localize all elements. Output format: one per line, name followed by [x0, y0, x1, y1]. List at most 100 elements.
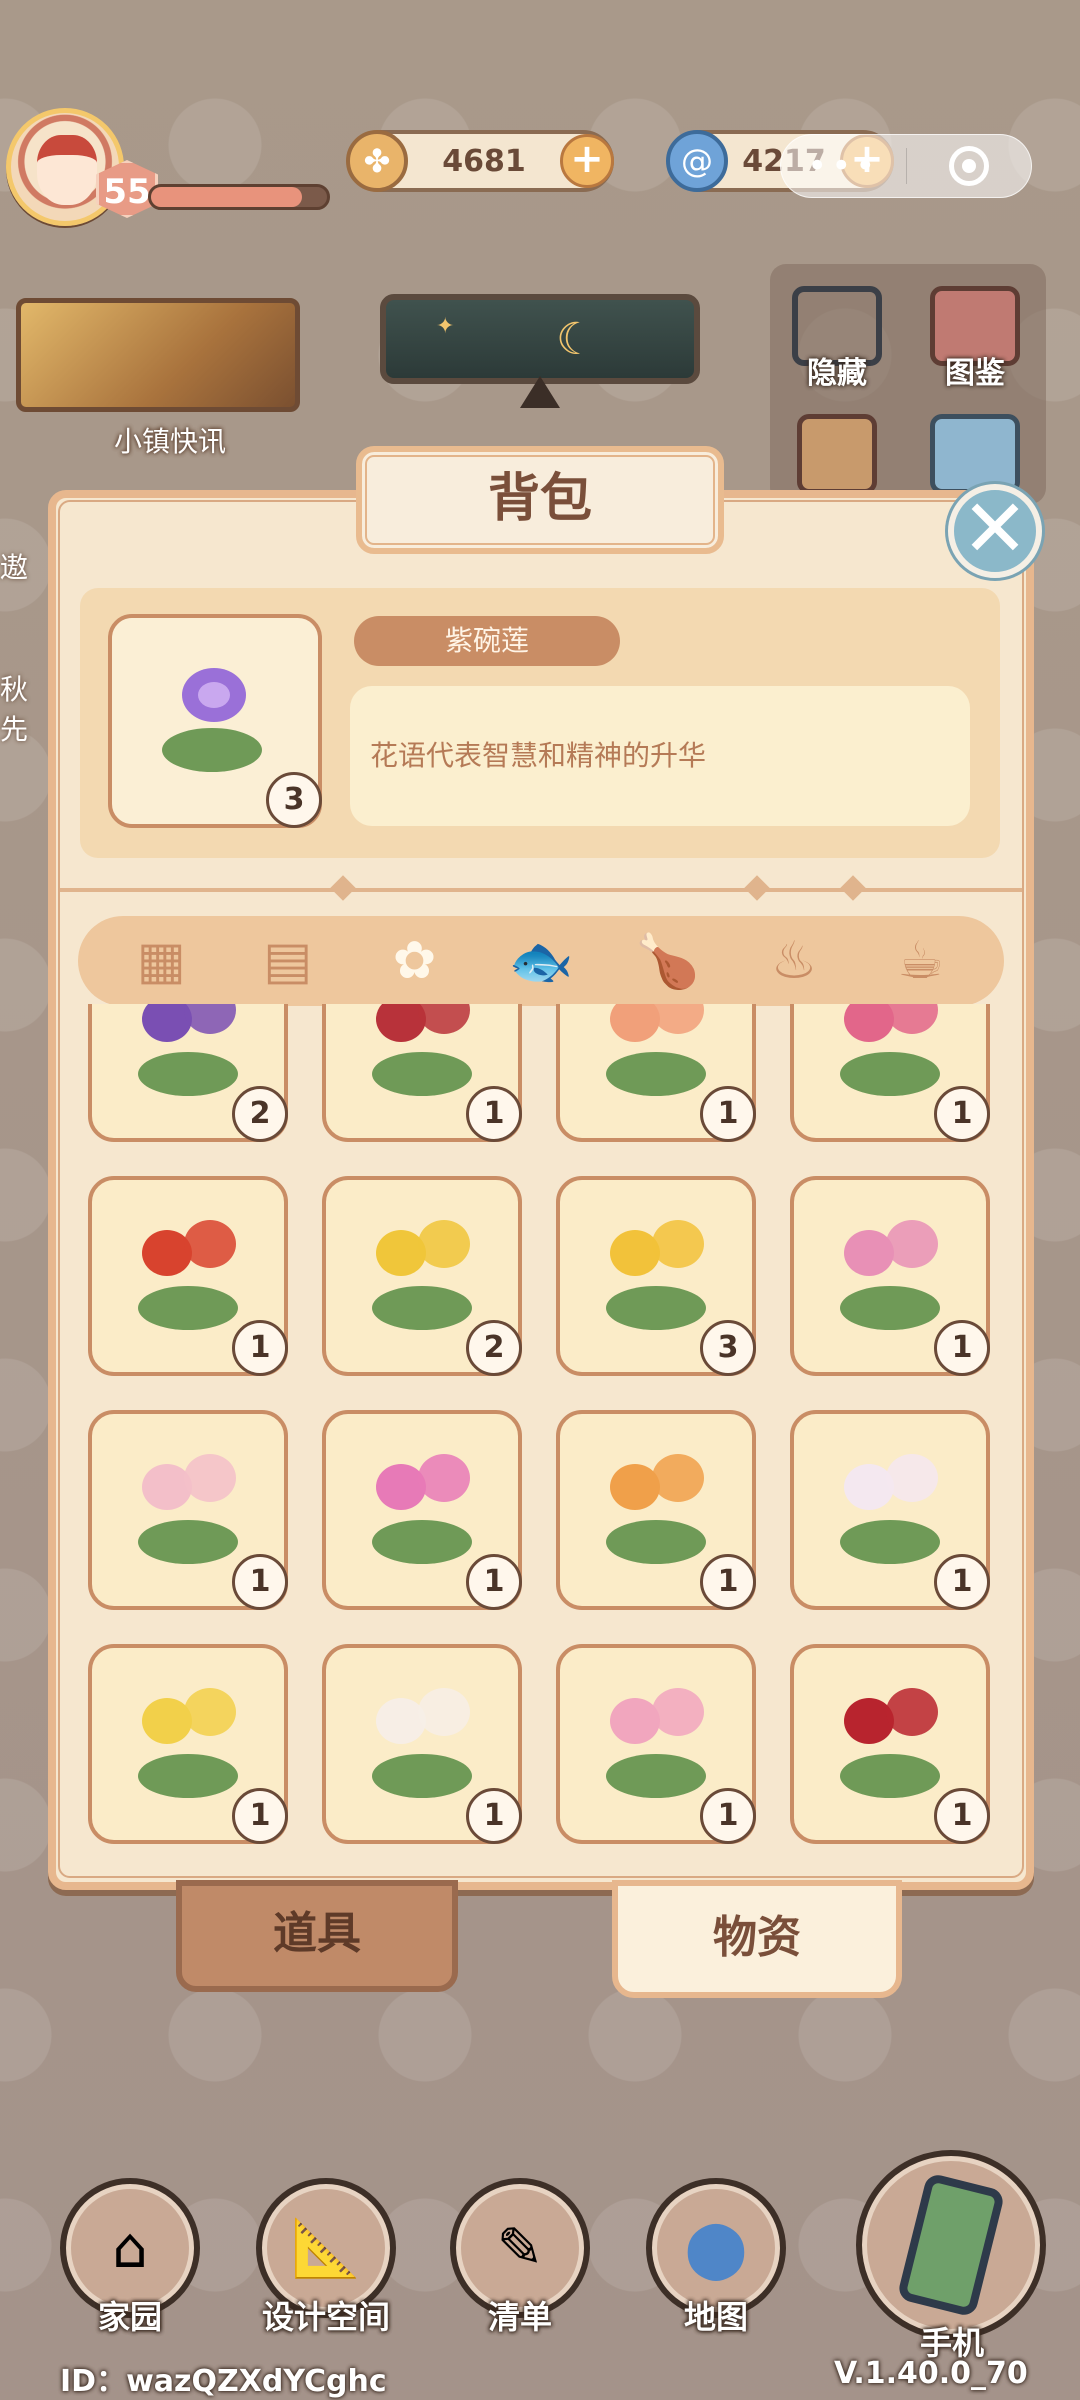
- item-slot-yellow-daffodil[interactable]: 2: [322, 1176, 522, 1376]
- item-count: 1: [232, 1788, 288, 1844]
- add-coins-button[interactable]: +: [560, 134, 614, 188]
- item-count: 2: [466, 1320, 522, 1376]
- moon-icon: ☾: [556, 314, 596, 365]
- grid-icon: ▦: [136, 931, 186, 991]
- pink-aster-icon: [830, 1216, 950, 1336]
- item-count: 1: [934, 1320, 990, 1376]
- category-tab-grid[interactable]: ▦: [116, 921, 206, 1001]
- pink-peony-icon: [830, 1004, 950, 1102]
- pink-rose-icon: [596, 1684, 716, 1804]
- item-slot-orange-lily[interactable]: 1: [556, 1004, 756, 1142]
- tool-panel: 隐藏 图鉴: [770, 264, 1046, 504]
- category-tab-teacup[interactable]: ☕: [876, 921, 966, 1001]
- category-tab-fish[interactable]: 🐟: [496, 921, 586, 1001]
- flower-icon: ✿: [392, 931, 437, 991]
- target-icon: [948, 146, 989, 186]
- category-tab-seed-packet[interactable]: ▤: [243, 921, 333, 1001]
- item-slot-red-lily[interactable]: 1: [88, 1176, 288, 1376]
- phone-icon: [896, 2172, 1006, 2318]
- item-slot-pink-peony[interactable]: 1: [790, 1004, 990, 1142]
- xp-bar: [148, 184, 330, 210]
- swirl-gem-icon: @: [666, 130, 728, 192]
- item-count: 3: [700, 1320, 756, 1376]
- yellow-primrose-icon: [128, 1684, 248, 1804]
- item-slot-yellow-daffodil-large[interactable]: 3: [556, 1176, 756, 1376]
- selected-item-description: 花语代表智慧和精神的升华: [350, 686, 970, 826]
- selected-item-count: 3: [266, 772, 322, 828]
- side-text-2: 秋先: [0, 673, 29, 746]
- item-slot-red-rose[interactable]: 1: [790, 1644, 990, 1844]
- backpack-title: 背包: [356, 446, 724, 554]
- tab-materials[interactable]: 物资: [612, 1880, 902, 1998]
- fish-icon: 🐟: [508, 931, 574, 992]
- item-slot-pink-aster[interactable]: 1: [790, 1176, 990, 1376]
- item-count: 1: [466, 1788, 522, 1844]
- item-slot-red-white-camellia[interactable]: 1: [322, 1004, 522, 1142]
- item-grid: 2 1 1 1 1 2 3 1 1 1 1 1 1 1 1 1: [88, 1004, 990, 1844]
- close-miniprogram-button[interactable]: [906, 146, 1031, 186]
- pouch-icon: [797, 414, 877, 494]
- item-slot-bird-of-paradise-orange[interactable]: 1: [556, 1410, 756, 1610]
- version-text: V.1.40.0_70: [834, 2356, 1028, 2391]
- house-icon: ⌂: [112, 2215, 148, 2281]
- more-options-button[interactable]: •••: [781, 146, 906, 186]
- item-slot-pink-star-lily[interactable]: 1: [322, 1410, 522, 1610]
- town-news-label: 小镇快讯: [113, 425, 226, 458]
- item-count: 1: [232, 1320, 288, 1376]
- red-white-camellia-icon: [362, 1004, 482, 1102]
- item-count: 1: [700, 1554, 756, 1610]
- pink-star-lily-icon: [362, 1450, 482, 1570]
- tab-tools[interactable]: 道具: [176, 1880, 458, 1992]
- selected-item-thumbnail: 3: [108, 614, 322, 828]
- purple-violet-icon: [128, 1004, 248, 1102]
- red-rose-icon: [830, 1684, 950, 1804]
- xp-bar-fill: [151, 187, 303, 207]
- hide-label: 隐藏: [807, 356, 867, 391]
- item-slot-white-tulip[interactable]: 1: [322, 1644, 522, 1844]
- item-slot-white-lily[interactable]: 1: [790, 1410, 990, 1610]
- category-tab-flower[interactable]: ✿: [369, 921, 459, 1001]
- notepad-icon: ✎: [496, 2215, 544, 2281]
- item-slot-yellow-primrose[interactable]: 1: [88, 1644, 288, 1844]
- design-space-label: 设计空间: [261, 2298, 390, 2336]
- bowl-icon: ♨: [770, 931, 818, 991]
- seed-packet-icon: ▤: [263, 931, 313, 991]
- miniprogram-capsule: •••: [780, 134, 1032, 198]
- map-pin-icon: ⬤: [684, 2215, 748, 2281]
- time-of-day-panel[interactable]: ✦ ☾: [380, 294, 700, 384]
- hide-button[interactable]: 隐藏: [782, 286, 892, 392]
- phone-button[interactable]: [856, 2150, 1046, 2340]
- catalog-button[interactable]: 图鉴: [920, 286, 1030, 392]
- item-count: 1: [934, 1086, 990, 1142]
- coin-value: 4681: [442, 143, 526, 179]
- drumstick-icon: 🍗: [635, 931, 700, 992]
- pouch-button[interactable]: [782, 414, 892, 494]
- item-count: 1: [700, 1788, 756, 1844]
- white-lily-icon: [830, 1450, 950, 1570]
- water-lily-icon: [152, 658, 272, 778]
- item-slot-pink-rose[interactable]: 1: [556, 1644, 756, 1844]
- pink-white-lily-icon: [128, 1450, 248, 1570]
- yellow-daffodil-large-icon: [596, 1216, 716, 1336]
- category-bar: ▦ ▤ ✿ 🐟 🍗 ♨ ☕: [78, 916, 1004, 1006]
- item-slot-purple-violet[interactable]: 2: [88, 1004, 288, 1142]
- orange-lily-icon: [596, 1004, 716, 1102]
- category-tab-drumstick[interactable]: 🍗: [623, 921, 713, 1001]
- item-slot-pink-white-lily[interactable]: 1: [88, 1410, 288, 1610]
- red-lily-icon: [128, 1216, 248, 1336]
- item-count: 1: [466, 1086, 522, 1142]
- town-news-card[interactable]: [16, 298, 300, 412]
- item-count: 1: [934, 1554, 990, 1610]
- item-grid-viewport[interactable]: 2 1 1 1 1 2 3 1 1 1 1 1 1 1 1 1: [80, 1004, 1000, 1866]
- yellow-daffodil-icon: [362, 1216, 482, 1336]
- catalog-label: 图鉴: [945, 356, 1005, 391]
- side-text-1: 遨: [0, 551, 29, 584]
- coin-icon: ✤: [346, 130, 408, 192]
- coin-counter: ✤ 4681 +: [346, 130, 614, 192]
- close-button[interactable]: ✕: [948, 484, 1042, 578]
- item-count: 1: [700, 1086, 756, 1142]
- teacup-icon: ☕: [897, 931, 944, 991]
- list-label: 清单: [487, 2298, 552, 2336]
- map-label: 地图: [683, 2298, 748, 2336]
- category-tab-bowl[interactable]: ♨: [749, 921, 839, 1001]
